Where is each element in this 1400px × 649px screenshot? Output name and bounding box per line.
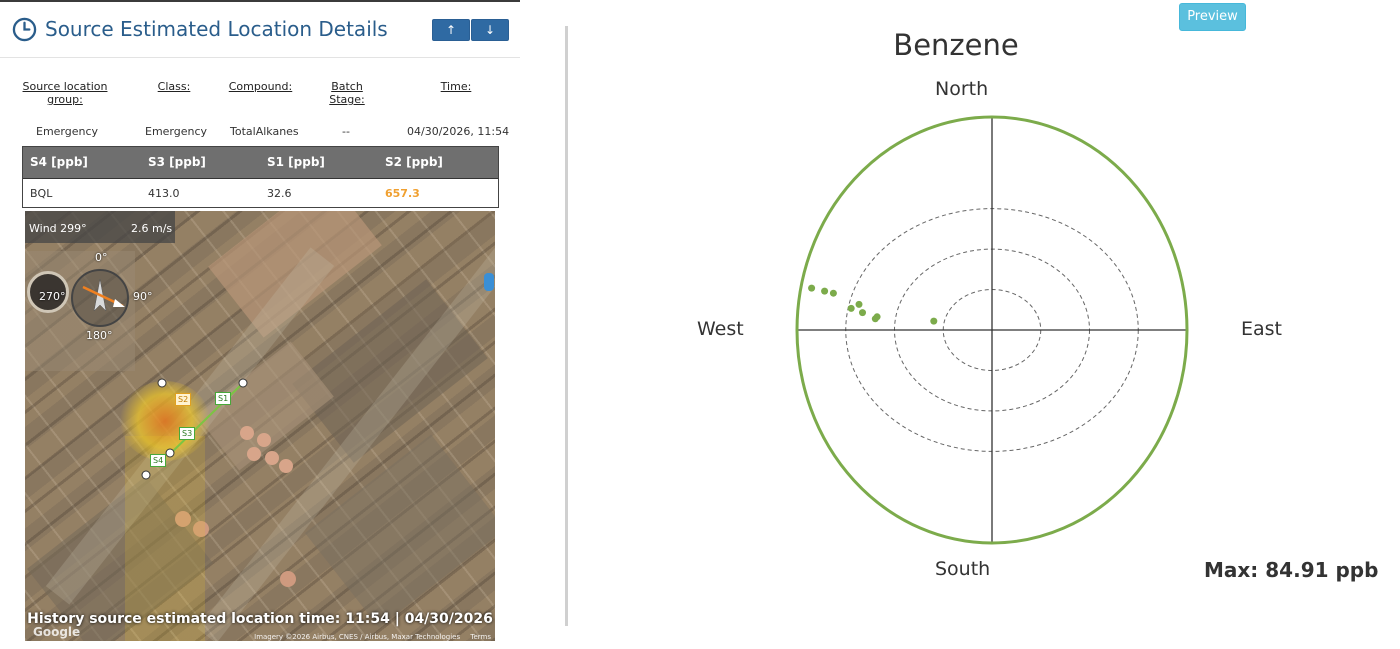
chart-title: Benzene [893, 28, 1019, 62]
sensor-value-s2: 657.3 [385, 187, 420, 200]
sort-up-button[interactable]: ↑ [432, 19, 470, 41]
north-label: North [935, 78, 989, 100]
polar-data-point [859, 309, 866, 317]
source-group-header: Source location group: [22, 80, 108, 106]
class-value: Emergency [145, 125, 208, 138]
compound-value: TotalAlkanes [230, 125, 299, 138]
south-label: South [935, 558, 991, 580]
panel-title: Source Estimated Location Details [45, 17, 388, 41]
source-group-value: Emergency [36, 125, 99, 138]
sensor-tag-s3[interactable]: S3 [179, 427, 196, 440]
sort-down-button[interactable]: ↓ [471, 19, 509, 41]
preview-button[interactable]: Preview [1179, 3, 1246, 31]
wind-direction: Wind 299° [29, 222, 87, 235]
map-imagery-credit: Imagery ©2026 Airbus, CNES / Airbus, Max… [254, 633, 461, 641]
polar-data-point [829, 289, 837, 297]
sensor-header-s2: S2 [ppb] [385, 155, 443, 169]
sensor-value-s1: 32.6 [267, 187, 292, 200]
polar-data-point [847, 304, 855, 312]
time-header: Time: [440, 80, 472, 93]
sensor-point[interactable] [165, 448, 175, 458]
map-caption: History source estimated location time: … [27, 611, 493, 627]
sensor-table: S4 [ppb] S3 [ppb] S1 [ppb] S2 [ppb] BQL … [22, 146, 499, 208]
sensor-value-s3: 413.0 [148, 187, 180, 200]
compass-w-label: 270° [39, 290, 66, 303]
compass-s-label: 180° [86, 329, 113, 342]
sensor-point[interactable] [157, 378, 167, 388]
clock-icon [12, 17, 37, 42]
polar-data-point [930, 317, 938, 325]
class-header: Class: [157, 80, 191, 93]
panel-divider [565, 26, 568, 626]
google-logo: Google [33, 625, 81, 639]
sensor-value-s4: BQL [30, 187, 53, 200]
polar-data-point [808, 284, 816, 292]
sensor-point[interactable] [141, 470, 151, 480]
batch-stage-value: -- [342, 125, 350, 138]
sensor-tag-s2[interactable]: S2 [175, 393, 192, 406]
panel-header: Source Estimated Location Details ↑ ↓ [0, 2, 520, 58]
max-value-label: Max: 84.91 ppb [1204, 558, 1379, 582]
compass-e-label: 90° [133, 290, 153, 303]
sensor-header-s1: S1 [ppb] [267, 155, 325, 169]
west-label: West [697, 318, 744, 340]
map-attribution: Imagery ©2026 Airbus, CNES / Airbus, Max… [254, 633, 491, 641]
sensor-tag-s1[interactable]: S1 [215, 392, 232, 405]
sensor-point[interactable] [238, 378, 248, 388]
satellite-map[interactable]: S1 S2 S3 S4 Wind 299° 2.6 m/s 0° 90° 180… [25, 211, 495, 641]
polar-data-point [873, 313, 881, 321]
polar-data-point [855, 300, 863, 308]
sensor-header-s3: S3 [ppb] [148, 155, 206, 169]
wind-speed: 2.6 m/s [131, 222, 173, 235]
map-terms-link[interactable]: Terms [470, 633, 491, 641]
polar-chart [795, 115, 1189, 545]
compass-n-label: 0° [95, 251, 108, 264]
time-value: 04/30/2026, 11:54 [407, 125, 510, 138]
sensor-header-s4: S4 [ppb] [30, 155, 88, 169]
sensor-table-header: S4 [ppb] S3 [ppb] S1 [ppb] S2 [ppb] [23, 147, 498, 179]
batch-stage-header: Batch Stage: [329, 80, 365, 106]
compound-header: Compound: [228, 80, 293, 93]
east-label: East [1241, 318, 1282, 340]
source-location-panel: Source Estimated Location Details ↑ ↓ So… [0, 0, 520, 649]
wind-info-bar: Wind 299° 2.6 m/s [25, 211, 175, 243]
sensor-tag-s4[interactable]: S4 [150, 454, 167, 467]
polar-data-point [821, 287, 829, 295]
